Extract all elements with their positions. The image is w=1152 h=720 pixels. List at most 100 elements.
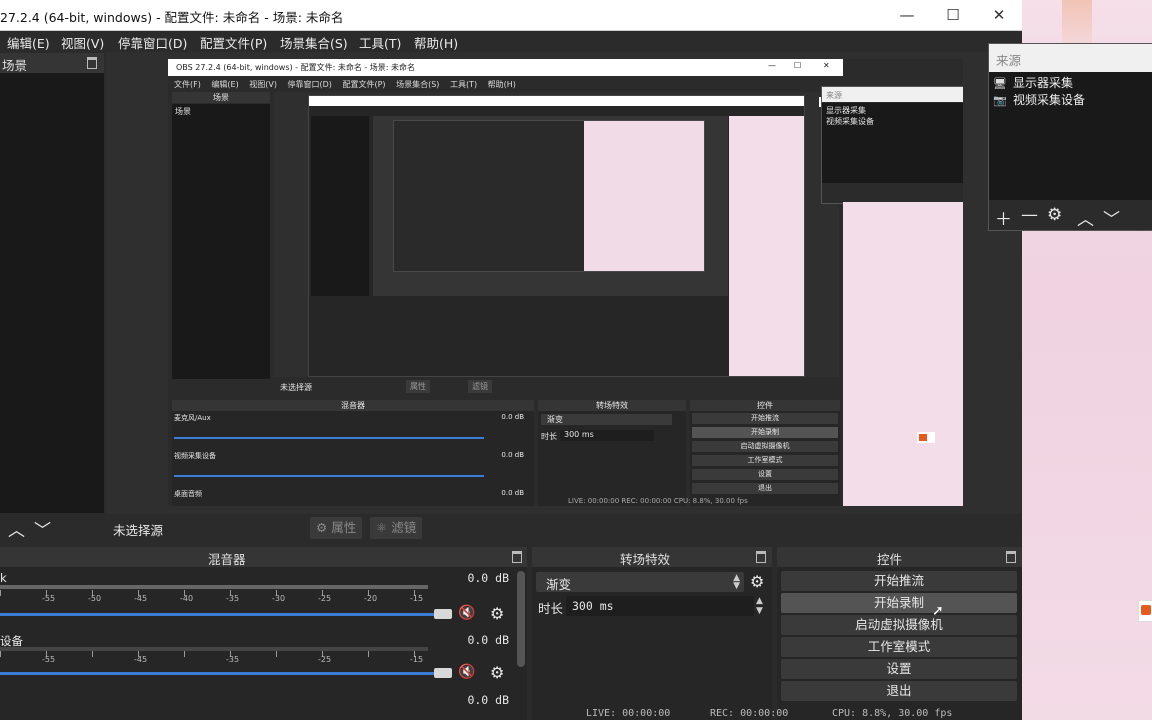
filters-label: 滤镜 <box>391 520 417 535</box>
status-bar: LIVE: 00:00:00 REC: 00:00:00 CPU: 8.8%, … <box>532 708 1022 720</box>
gear-icon[interactable]: ⚙ <box>490 604 504 623</box>
muted-speaker-icon[interactable]: 🔇 <box>458 664 475 680</box>
deep-controls <box>635 304 727 364</box>
duration-input[interactable]: 300 ms <box>566 596 754 616</box>
source-item[interactable]: 🖥 显示器采集 <box>993 74 1073 90</box>
transition-select[interactable]: 渐变 ▲ ▼ <box>536 572 744 592</box>
nested-menu-scene-collection: 场景集合(S) <box>396 80 440 89</box>
deep-title-bar <box>309 96 804 106</box>
settings-button[interactable]: 设置 <box>781 659 1017 679</box>
nested-transitions: 渐变 时长 300 ms <box>538 411 686 506</box>
add-icon[interactable]: ＋ <box>995 205 1012 230</box>
nested-duration: 300 ms <box>560 430 654 441</box>
muted-speaker-icon[interactable]: 🔇 <box>458 605 475 621</box>
transitions-panel: 渐变 ▲ ▼ ⚙ 时长 300 ms ▲ ▼ <box>532 567 772 720</box>
tick-label: -15 <box>410 655 424 664</box>
maximize-button[interactable]: ☐ <box>930 0 976 30</box>
track-1-volume-slider[interactable] <box>0 613 436 616</box>
transitions-dock-title: 转场特效 <box>532 547 772 567</box>
sources-list[interactable]: 🖥 显示器采集 📷 视频采集设备 <box>989 72 1152 200</box>
float-dock-icon[interactable] <box>1006 551 1016 563</box>
menu-scene-collection[interactable]: 场景集合(S) <box>280 33 348 52</box>
source-item[interactable]: 📷 视频采集设备 <box>993 91 1085 107</box>
menu-profile[interactable]: 配置文件(P) <box>200 33 267 52</box>
scenes-list[interactable] <box>0 73 104 513</box>
camera-icon: 📷 <box>993 94 1007 107</box>
float-dock-icon[interactable] <box>87 57 97 69</box>
tick-label: -45 <box>134 655 148 664</box>
move-down-icon[interactable]: ﹀ <box>1103 205 1120 230</box>
nested-track-3-db: 0.0 dB <box>501 489 524 497</box>
tick-label: -25 <box>318 594 332 603</box>
nested-menu-file: 文件(F) <box>174 80 201 89</box>
close-button[interactable]: ✕ <box>976 0 1022 30</box>
track-2-volume-slider[interactable] <box>0 672 436 675</box>
move-up-icon[interactable]: ︿ <box>1077 205 1094 230</box>
nested-obs-window: OBS 27.2.4 (64-bit, windows) - 配置文件: 未命名… <box>168 59 843 506</box>
nested-btn-virtual-cam: 启动虚拟摄像机 <box>692 441 838 452</box>
tick-label: -20 <box>364 594 378 603</box>
track-1-volume-knob[interactable] <box>434 609 452 619</box>
track-2-volume-knob[interactable] <box>434 668 452 678</box>
title-bar[interactable]: 27.2.4 (64-bit, windows) - 配置文件: 未命名 - 场… <box>0 0 1022 31</box>
float-dock-icon[interactable] <box>756 551 766 563</box>
move-down-icon[interactable]: ﹀ <box>34 516 51 541</box>
nested-filters: 滤镜 <box>468 380 492 393</box>
mixer-scrollbar[interactable] <box>517 571 525 667</box>
nested-minimize: — <box>768 61 776 70</box>
nested-fade: 渐变 <box>541 414 672 425</box>
menu-docks[interactable]: 停靠窗口(D) <box>118 33 187 52</box>
float-dock-icon[interactable] <box>512 551 522 563</box>
deepest-preview <box>393 120 705 272</box>
studio-mode-button[interactable]: 工作室模式 <box>781 637 1017 657</box>
track-1-db: 0.0 dB <box>467 571 509 585</box>
source-toolbar: 未选择源 ⚙ 属性 ⚛ 滤镜 <box>104 514 1022 542</box>
mixer-panel: k 0.0 dB -55 -50 -45 -40 -35 -30 -25 -20… <box>0 567 527 720</box>
filters-button[interactable]: ⚛ 滤镜 <box>370 517 423 539</box>
nested-menu-help: 帮助(H) <box>487 80 516 89</box>
tick-label: -30 <box>272 594 286 603</box>
transitions-title: 转场特效 <box>620 552 671 567</box>
deep-mixer <box>311 304 536 364</box>
menu-edit[interactable]: 编辑(E) <box>7 33 50 52</box>
remove-icon[interactable]: — <box>1021 205 1038 225</box>
exit-button[interactable]: 退出 <box>781 681 1017 701</box>
nested-menu-profile: 配置文件(P) <box>342 80 386 89</box>
sources-toolbar: ＋ — ⚙ ︿ ﹀ <box>989 202 1152 230</box>
track-1-meter <box>0 585 428 589</box>
move-up-icon[interactable]: ︿ <box>8 516 25 541</box>
menu-view[interactable]: 视图(V) <box>61 33 104 52</box>
scenes-dock-title: 场景 <box>0 53 104 73</box>
nested-scenes-title: 场景 <box>172 92 270 103</box>
start-virtual-camera-button[interactable]: 启动虚拟摄像机 <box>781 615 1017 635</box>
start-recording-button[interactable]: 开始录制 <box>781 593 1017 613</box>
menu-tools[interactable]: 工具(T) <box>359 33 401 52</box>
no-source-label: 未选择源 <box>113 523 164 538</box>
gear-icon[interactable]: ⚙ <box>750 572 764 591</box>
minimize-button[interactable]: — <box>884 0 930 30</box>
duration-label: 时长 <box>538 601 564 616</box>
source-label: 视频采集设备 <box>1013 93 1086 107</box>
gear-icon[interactable]: ⚙ <box>490 663 504 682</box>
nested-controls: 开始推流 开始录制 启动虚拟摄像机 工作室模式 设置 退出 <box>690 411 840 506</box>
source-label: 显示器采集 <box>1013 76 1074 90</box>
scenes-toolbar: ︿ ﹀ <box>0 514 104 542</box>
sources-dock-title[interactable]: 来源 <box>989 44 1152 72</box>
spin-arrows-icon[interactable]: ▲ ▼ <box>756 596 763 616</box>
chevron-updown-icon: ▲ ▼ <box>733 573 740 591</box>
tick-label: -35 <box>226 655 240 664</box>
preview-pink-area <box>843 202 963 506</box>
nested-mixer-title: 混音器 <box>172 400 534 411</box>
nested-transitions-title: 转场特效 <box>538 400 686 411</box>
scenes-title: 场景 <box>2 58 28 73</box>
nested-title: OBS 27.2.4 (64-bit, windows) - 配置文件: 未命名… <box>176 63 416 72</box>
start-streaming-button[interactable]: 开始推流 <box>781 571 1017 591</box>
nested-menu-tools: 工具(T) <box>449 80 478 89</box>
properties-button[interactable]: ⚙ 属性 <box>310 517 363 539</box>
desktop-app-icon[interactable] <box>1138 600 1152 622</box>
gear-icon[interactable]: ⚙ <box>1047 205 1062 225</box>
tick-label: -45 <box>134 594 148 603</box>
menu-help[interactable]: 帮助(H) <box>414 33 458 52</box>
track-1-name: k <box>0 571 7 585</box>
preview-canvas[interactable]: OBS 27.2.4 (64-bit, windows) - 配置文件: 未命名… <box>168 59 963 506</box>
